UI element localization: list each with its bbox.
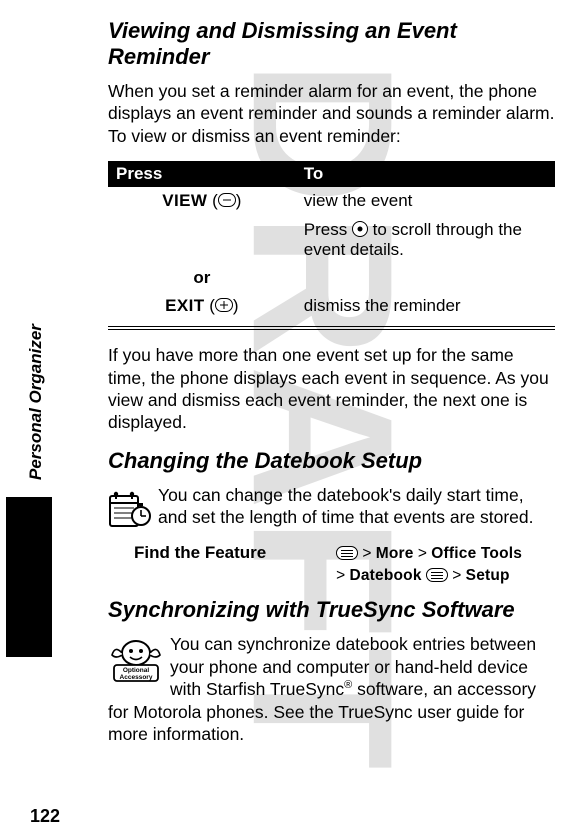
svg-text:Accessory: Accessory xyxy=(120,674,153,681)
cell-or: or xyxy=(108,264,296,292)
right-softkey-icon xyxy=(215,298,233,312)
table-end-rule xyxy=(108,326,555,330)
menu-key-icon xyxy=(426,568,448,582)
press-to-table: Press To VIEW () view the event Press to… xyxy=(108,161,555,320)
changing-setup-paragraph: You can change the datebook's daily star… xyxy=(108,484,555,529)
feature-path: > More > Office Tools > Datebook > Setup xyxy=(336,543,555,588)
multi-event-paragraph: If you have more than one event set up f… xyxy=(108,344,555,434)
cell-scroll-details: Press to scroll through the event detail… xyxy=(296,215,555,264)
softkey-view-label: VIEW xyxy=(162,191,207,210)
table-header-press: Press xyxy=(108,161,296,187)
menu-key-icon xyxy=(336,546,358,560)
svg-text:Optional: Optional xyxy=(123,667,150,674)
paren-close: ) xyxy=(233,296,239,315)
page-content: Viewing and Dismissing an Event Reminder… xyxy=(0,0,585,769)
page-number: 122 xyxy=(30,806,60,827)
heading-viewing-dismissing: Viewing and Dismissing an Event Reminder xyxy=(108,18,555,70)
heading-changing-setup: Changing the Datebook Setup xyxy=(108,448,555,474)
text-press: Press xyxy=(304,220,352,239)
cell-view-event: view the event xyxy=(296,187,555,215)
table-row: Press to scroll through the event detail… xyxy=(108,215,555,264)
left-softkey-icon xyxy=(218,193,236,207)
datebook-icon xyxy=(108,486,152,530)
path-more: More xyxy=(376,545,414,562)
nav-key-icon xyxy=(352,221,368,237)
paren-close: ) xyxy=(236,191,242,210)
table-row: VIEW () view the event xyxy=(108,187,555,215)
registered-mark: ® xyxy=(344,679,352,691)
paren-open: ( xyxy=(212,191,218,210)
intro-paragraph: When you set a reminder alarm for an eve… xyxy=(108,80,555,147)
path-office-tools: Office Tools xyxy=(431,545,522,562)
optional-accessory-icon: Optional Accessory xyxy=(108,635,164,683)
path-datebook: Datebook xyxy=(349,567,421,584)
find-the-feature-row: Find the Feature > More > Office Tools >… xyxy=(108,543,555,588)
table-header-to: To xyxy=(296,161,555,187)
softkey-exit-label: EXIT xyxy=(165,296,204,315)
truesync-paragraph: You can synchronize datebook entries bet… xyxy=(108,633,555,745)
path-setup: Setup xyxy=(466,567,510,584)
table-row: EXIT () dismiss the reminder xyxy=(108,292,555,320)
find-the-feature-label: Find the Feature xyxy=(134,543,336,588)
heading-truesync: Synchronizing with TrueSync Software xyxy=(108,597,555,623)
table-row: or xyxy=(108,264,555,292)
cell-dismiss: dismiss the reminder xyxy=(296,292,555,320)
